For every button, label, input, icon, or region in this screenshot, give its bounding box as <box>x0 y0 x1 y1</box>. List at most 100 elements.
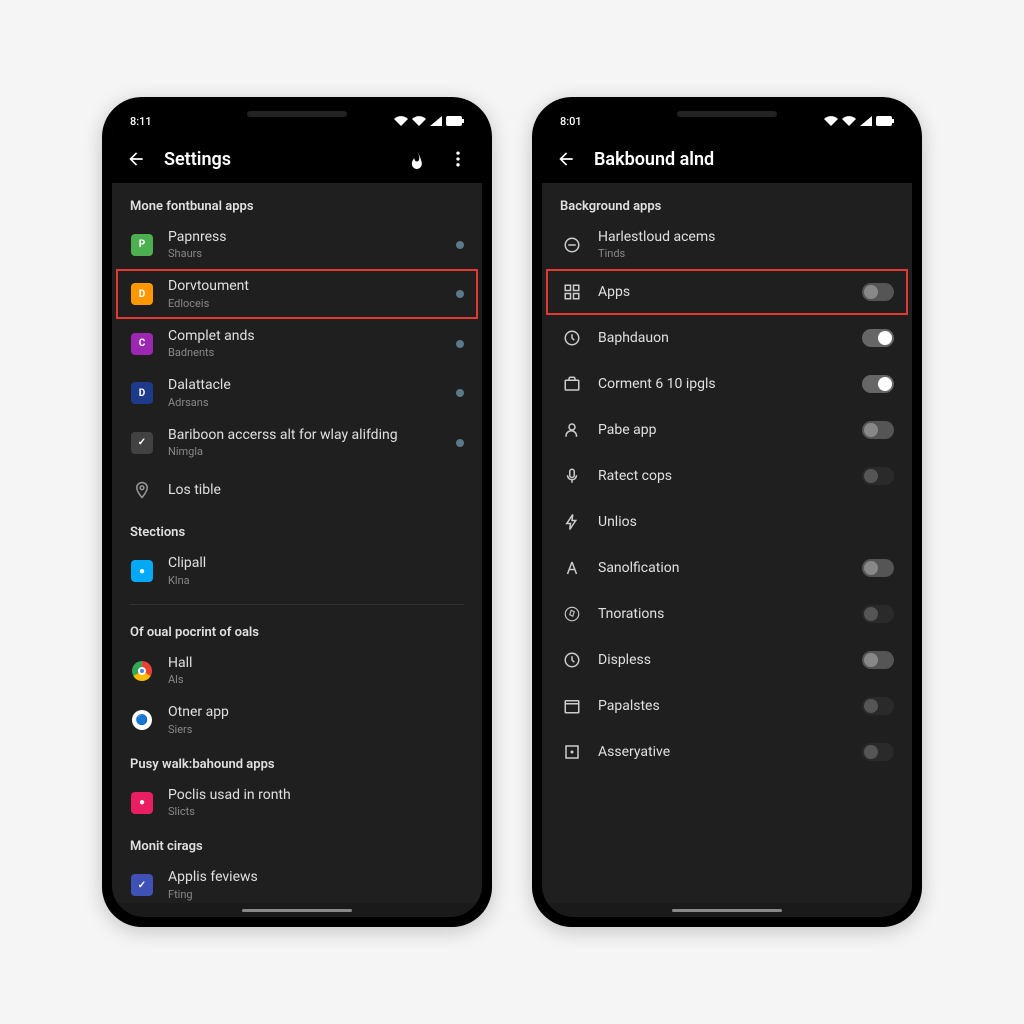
content-left[interactable]: Mone fontbunal appsPPapnressShaursDDorvt… <box>112 183 482 903</box>
item-label: Baphdauon <box>598 329 848 347</box>
list-item[interactable]: Apps <box>546 269 908 315</box>
toggle-switch[interactable] <box>862 651 894 669</box>
toggle-switch[interactable] <box>862 605 894 623</box>
list-item[interactable]: Los tible <box>112 467 482 513</box>
grid-icon <box>560 280 584 304</box>
item-label: Applis feviews <box>168 868 464 886</box>
list-item[interactable]: DDorvtoumentEdloceis <box>116 269 478 318</box>
section-header: Mone fontbunal apps <box>112 187 482 220</box>
item-label: Dalattacle <box>168 376 442 394</box>
status-icons <box>824 116 894 126</box>
list-item[interactable]: Ratect cops <box>542 453 912 499</box>
item-sublabel: Shaurs <box>168 247 442 261</box>
item-text: Papalstes <box>598 697 848 715</box>
list-item[interactable]: 🔵 Otner app Siers <box>112 695 482 744</box>
list-item[interactable]: Harlestloud acemsTinds <box>542 220 912 269</box>
item-text: Ratect cops <box>598 467 848 485</box>
toggle-switch[interactable] <box>862 329 894 347</box>
list-item[interactable]: Papalstes <box>542 683 912 729</box>
item-text: ClipallKlna <box>168 554 464 587</box>
pin-icon <box>130 478 154 502</box>
nav-bar <box>542 903 912 917</box>
toggle-switch[interactable] <box>862 467 894 485</box>
mic-icon <box>560 464 584 488</box>
phone-left: 8:11 Settings Mone fontbunal appsPPapnre… <box>102 97 492 927</box>
item-text: Bariboon accerss alt for wlay alifdingNi… <box>168 426 442 459</box>
item-sublabel: Badnents <box>168 346 442 360</box>
list-item[interactable]: CComplet andsBadnents <box>112 319 482 368</box>
back-button[interactable] <box>122 145 150 173</box>
list-item[interactable]: Pabe app <box>542 407 912 453</box>
battery-icon <box>876 116 894 126</box>
toggle-switch[interactable] <box>862 283 894 301</box>
item-sublabel: Nimgla <box>168 445 442 459</box>
list-item[interactable]: ✓ Applis feviewsFting <box>112 860 482 903</box>
toggle-switch[interactable] <box>862 375 894 393</box>
list-item[interactable]: Corment 6 10 ipgls <box>542 361 912 407</box>
item-text: DalattacleAdrsans <box>168 376 442 409</box>
item-sublabel: Tinds <box>598 247 894 261</box>
more-button[interactable] <box>444 145 472 173</box>
back-button[interactable] <box>552 145 580 173</box>
content-right[interactable]: Background apps Harlestloud acemsTinds App… <box>542 183 912 903</box>
item-label: Sanolfication <box>598 559 848 577</box>
calendar-icon <box>560 694 584 718</box>
briefcase-icon <box>560 372 584 396</box>
item-sublabel: Siers <box>168 723 464 737</box>
app-icon: ✓ <box>130 431 154 455</box>
item-text: Applis feviewsFting <box>168 868 464 901</box>
list-item[interactable]: Unlios <box>542 499 912 545</box>
list-item[interactable]: Displess <box>542 637 912 683</box>
item-label: Apps <box>598 283 848 301</box>
toggle-switch[interactable] <box>862 743 894 761</box>
list-item[interactable]: PPapnressShaurs <box>112 220 482 269</box>
section-header: Background apps <box>542 187 912 220</box>
list-item[interactable]: ✓ Bariboon accerss alt for wlay alifdingN… <box>112 418 482 467</box>
app-icon: C <box>130 332 154 356</box>
list-item[interactable]: Tnorations <box>542 591 912 637</box>
more-icon <box>448 149 468 169</box>
toggle-switch[interactable] <box>862 421 894 439</box>
toggle-switch[interactable] <box>862 697 894 715</box>
item-text: Sanolfication <box>598 559 848 577</box>
nav-handle <box>672 909 782 912</box>
app-icon: ✓ <box>130 873 154 897</box>
item-text: Asseryative <box>598 743 848 761</box>
item-text: Harlestloud acemsTinds <box>598 228 894 261</box>
item-label: Unlios <box>598 513 894 531</box>
item-label: Asseryative <box>598 743 848 761</box>
item-label: Poclis usad in ronth <box>168 786 464 804</box>
status-bar: 8:01 <box>542 107 912 135</box>
list-item[interactable]: Sanolfication <box>542 545 912 591</box>
app-icon: ● <box>130 559 154 583</box>
app-bar: Settings <box>112 135 482 183</box>
wifi-icon-2 <box>412 116 426 126</box>
item-text: Baphdauon <box>598 329 848 347</box>
status-dot <box>456 241 464 249</box>
item-label: Hall <box>168 654 464 672</box>
status-dot <box>456 290 464 298</box>
list-item[interactable]: Baphdauon <box>542 315 912 361</box>
list-item[interactable]: Asseryative <box>542 729 912 775</box>
item-label: Tnorations <box>598 605 848 623</box>
list-item[interactable]: HallAls <box>112 646 482 695</box>
toggle-switch[interactable] <box>862 559 894 577</box>
page-title: Bakbound alnd <box>594 149 902 170</box>
screen-left: 8:11 Settings Mone fontbunal appsPPapnre… <box>112 107 482 917</box>
item-sublabel: Edloceis <box>168 297 442 311</box>
list-item[interactable]: DDalattacleAdrsans <box>112 368 482 417</box>
item-label: Dorvtoument <box>168 277 442 295</box>
app-icon: 🔵 <box>130 708 154 732</box>
status-icons <box>394 116 464 126</box>
flame-button[interactable] <box>402 145 430 173</box>
item-label: Otner app <box>168 703 464 721</box>
item-text: Dorvtoument Edloceis <box>168 277 442 310</box>
item-label: Displess <box>598 651 848 669</box>
back-icon <box>126 149 146 169</box>
app-icon: ● <box>130 791 154 815</box>
list-item[interactable]: ● ClipallKlna <box>112 546 482 595</box>
nav-bar <box>112 903 482 917</box>
item-text: Pabe app <box>598 421 848 439</box>
list-item[interactable]: ●Poclis usad in ronthSlicts <box>112 778 482 827</box>
circle-minus-icon <box>560 233 584 257</box>
